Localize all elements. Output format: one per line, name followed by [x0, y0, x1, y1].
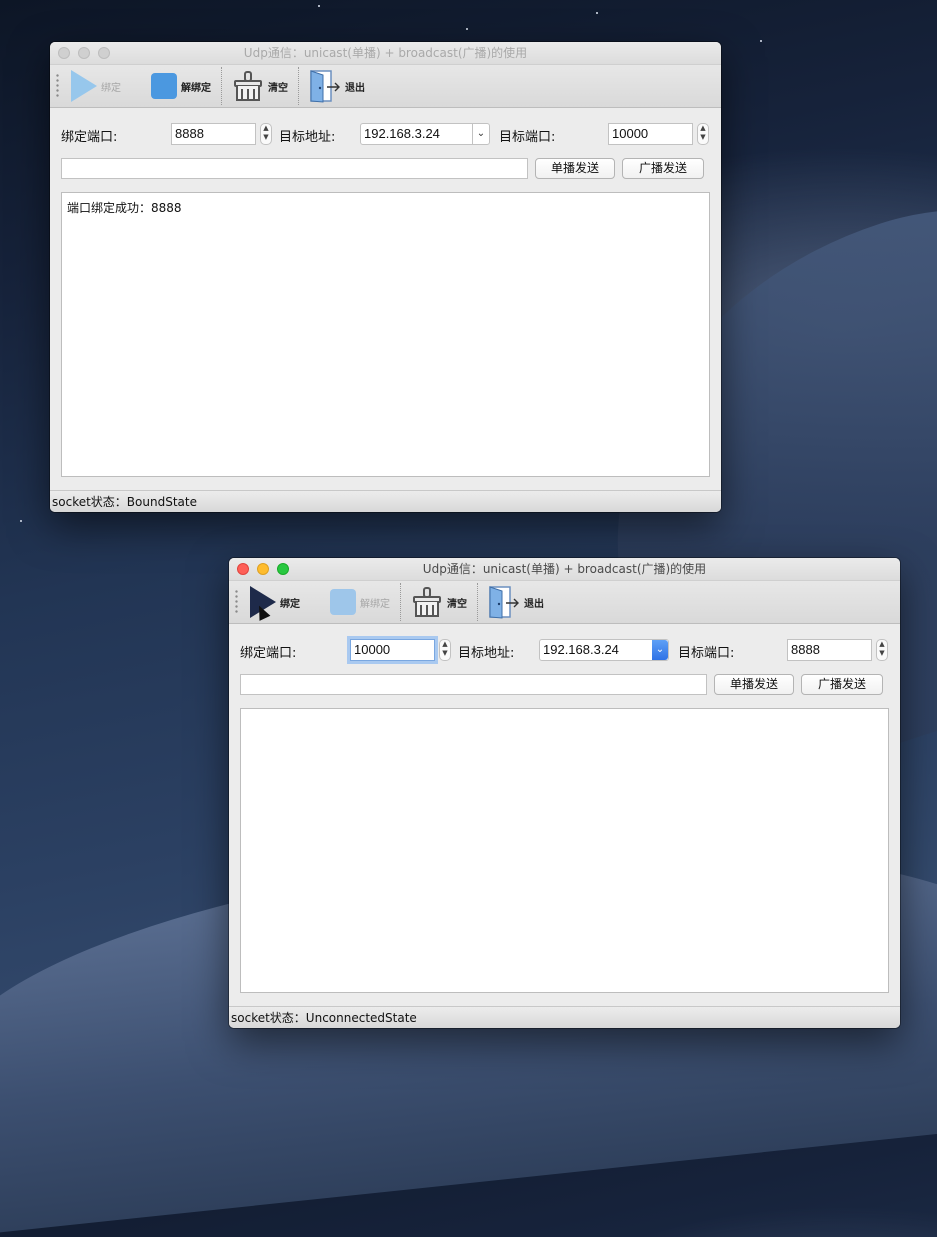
- window-title: Udp通信：unicast(单播) + broadcast(广播)的使用: [243, 46, 528, 60]
- log-output[interactable]: [240, 708, 889, 993]
- clear-label: 清空: [447, 598, 467, 610]
- message-input[interactable]: [240, 674, 707, 695]
- chevron-down-icon[interactable]: ⌄: [652, 640, 668, 660]
- message-input[interactable]: [61, 158, 528, 179]
- target-address-value: 192.168.3.24: [364, 126, 440, 141]
- bind-port-label: 绑定端口:: [61, 130, 118, 145]
- exit-label: 退出: [524, 598, 544, 610]
- status-bar: socket状态：BoundState: [50, 490, 721, 512]
- unicast-send-button[interactable]: 单播发送: [535, 158, 615, 179]
- traffic-lights: [237, 563, 289, 575]
- stop-icon: [330, 589, 356, 615]
- exit-button[interactable]: 退出: [482, 581, 550, 623]
- target-address-value: 192.168.3.24: [543, 642, 619, 657]
- target-port-spinbox: 8888 ▲ ▼: [787, 639, 888, 661]
- traffic-lights: [58, 47, 110, 59]
- stop-icon: [151, 73, 177, 99]
- main-content: 绑定端口: 10000 ▲ ▼ 目标地址: 192.168.3.24 ⌄ 目标端口…: [229, 624, 900, 1007]
- title-bar[interactable]: Udp通信：unicast(单播) + broadcast(广播)的使用: [50, 42, 721, 64]
- broadcast-send-button[interactable]: 广播发送: [801, 674, 883, 695]
- bind-button[interactable]: 绑定: [244, 581, 314, 623]
- unbind-label: 解绑定: [181, 82, 211, 94]
- udp-window-2: Udp通信：unicast(单播) + broadcast(广播)的使用 绑定 …: [229, 558, 900, 1028]
- minimize-window-button[interactable]: [257, 563, 269, 575]
- bind-port-spinbox: 8888 ▲ ▼: [171, 123, 272, 145]
- broom-icon: [234, 71, 262, 101]
- target-port-input[interactable]: 8888: [787, 639, 872, 661]
- target-address-combo[interactable]: 192.168.3.24 ⌄: [360, 123, 490, 145]
- bind-label: 绑定: [280, 598, 300, 610]
- exit-door-icon: [310, 70, 340, 103]
- target-port-stepper[interactable]: ▲ ▼: [697, 123, 709, 145]
- chevron-down-icon[interactable]: ⌄: [472, 124, 489, 144]
- target-address-combo[interactable]: 192.168.3.24 ⌄: [539, 639, 669, 661]
- title-bar[interactable]: Udp通信：unicast(单播) + broadcast(广播)的使用: [229, 558, 900, 580]
- window-title: Udp通信：unicast(单播) + broadcast(广播)的使用: [422, 562, 707, 576]
- unicast-send-button[interactable]: 单播发送: [714, 674, 794, 695]
- clear-button[interactable]: 清空: [226, 65, 294, 107]
- log-text: 端口绑定成功：8888: [67, 201, 182, 215]
- toolbar: 绑定 解绑定 清空 退出: [229, 580, 900, 624]
- star: [318, 5, 320, 7]
- target-port-label: 目标端口:: [499, 130, 556, 145]
- target-port-spinbox: 10000 ▲ ▼: [608, 123, 709, 145]
- close-window-button[interactable]: [58, 47, 70, 59]
- star: [596, 12, 598, 14]
- target-port-stepper[interactable]: ▲ ▼: [876, 639, 888, 661]
- bind-port-spinbox: 10000 ▲ ▼: [350, 639, 451, 661]
- star: [466, 28, 468, 30]
- target-port-input[interactable]: 10000: [608, 123, 693, 145]
- bind-port-input[interactable]: 8888: [171, 123, 256, 145]
- minimize-window-button[interactable]: [78, 47, 90, 59]
- star: [20, 520, 22, 522]
- exit-button[interactable]: 退出: [303, 65, 371, 107]
- star: [760, 40, 762, 42]
- unbind-label: 解绑定: [360, 598, 390, 610]
- status-bar: socket状态：UnconnectedState: [229, 1006, 900, 1028]
- zoom-window-button[interactable]: [277, 563, 289, 575]
- unbind-button[interactable]: 解绑定: [324, 581, 396, 623]
- bind-port-stepper[interactable]: ▲ ▼: [260, 123, 272, 145]
- close-window-button[interactable]: [237, 563, 249, 575]
- toolbar-separator: [221, 67, 222, 105]
- main-content: 绑定端口: 8888 ▲ ▼ 目标地址: 192.168.3.24 ⌄ 目标端口:…: [50, 108, 721, 491]
- socket-status: socket状态：BoundState: [52, 495, 197, 509]
- play-icon: [71, 70, 97, 102]
- toolbar-separator: [298, 67, 299, 105]
- toolbar-separator: [477, 583, 478, 621]
- target-address-label: 目标地址:: [279, 130, 336, 145]
- toolbar-grip[interactable]: [235, 589, 238, 615]
- clear-button[interactable]: 清空: [405, 581, 473, 623]
- unbind-button[interactable]: 解绑定: [145, 65, 217, 107]
- log-output[interactable]: 端口绑定成功：8888: [61, 192, 710, 477]
- toolbar-grip[interactable]: [56, 73, 59, 99]
- zoom-window-button[interactable]: [98, 47, 110, 59]
- broom-icon: [413, 587, 441, 617]
- target-address-label: 目标地址:: [458, 646, 515, 661]
- bind-port-input[interactable]: 10000: [350, 639, 435, 661]
- toolbar: 绑定 解绑定 清空 退出: [50, 64, 721, 108]
- bind-button[interactable]: 绑定: [65, 65, 135, 107]
- bind-port-stepper[interactable]: ▲ ▼: [439, 639, 451, 661]
- target-port-label: 目标端口:: [678, 646, 735, 661]
- exit-label: 退出: [345, 82, 365, 94]
- clear-label: 清空: [268, 82, 288, 94]
- toolbar-separator: [400, 583, 401, 621]
- broadcast-send-button[interactable]: 广播发送: [622, 158, 704, 179]
- socket-status: socket状态：UnconnectedState: [231, 1011, 417, 1025]
- bind-label: 绑定: [101, 82, 121, 94]
- udp-window-1: Udp通信：unicast(单播) + broadcast(广播)的使用 绑定 …: [50, 42, 721, 512]
- exit-door-icon: [489, 586, 519, 619]
- bind-port-label: 绑定端口:: [240, 646, 297, 661]
